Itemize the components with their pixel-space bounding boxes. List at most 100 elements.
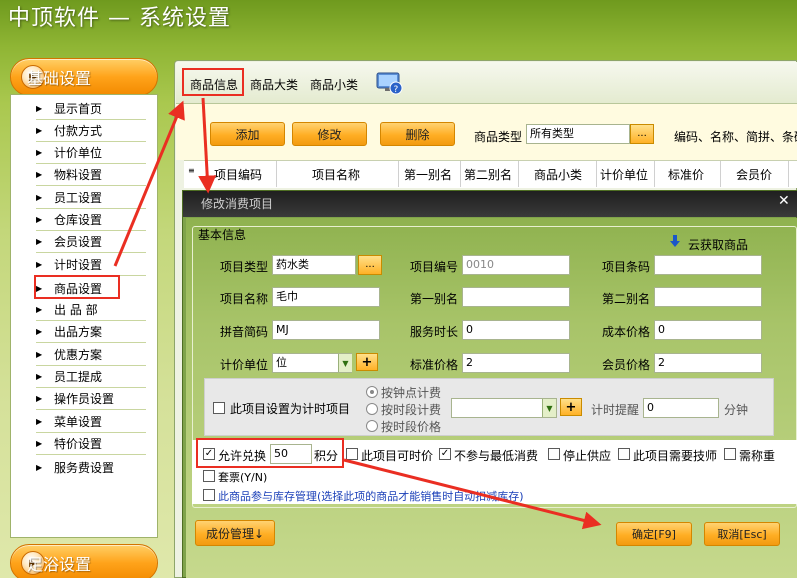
- col-name[interactable]: 项目名称: [312, 166, 360, 183]
- sidebar-item-home[interactable]: ▶ 显示首页: [36, 98, 146, 120]
- sidebar-item-operator[interactable]: ▶ 操作员设置: [36, 388, 146, 410]
- confirm-button[interactable]: 确定[F9]: [616, 522, 692, 546]
- download-arrow-icon: [670, 235, 680, 247]
- sidebar-header-foot[interactable]: ▶ 足浴设置: [10, 544, 158, 578]
- stop-supply-label: 停止供应: [563, 449, 612, 463]
- highlight-exchange: [196, 438, 344, 468]
- cost-management-button[interactable]: 成份管理↓: [195, 520, 275, 546]
- add-period-button[interactable]: +: [560, 398, 582, 416]
- sidebar-item-payment[interactable]: ▶ 付款方式: [36, 120, 146, 142]
- tab-product-category[interactable]: 商品大类: [250, 76, 298, 93]
- sidebar-item-service-fee[interactable]: ▶ 服务费设置: [36, 456, 146, 478]
- col-alias1[interactable]: 第一别名: [404, 166, 452, 183]
- code-label: 项目编号: [410, 260, 459, 274]
- close-icon[interactable]: ✕: [778, 193, 790, 209]
- radio-by-clock[interactable]: [366, 386, 378, 398]
- edit-button[interactable]: 修改: [292, 122, 367, 146]
- sidebar-item-material[interactable]: ▶ 物料设置: [36, 164, 146, 186]
- app-title: 中顶软件 — 系统设置: [8, 6, 231, 31]
- sidebar-item-label: 员工提成: [54, 370, 103, 384]
- code-field[interactable]: 0010: [462, 255, 570, 275]
- cloud-fetch-link[interactable]: 云获取商品: [688, 236, 748, 253]
- col-subcategory[interactable]: 商品小类: [534, 166, 582, 183]
- timeable-label: 此项目可时价: [361, 449, 434, 463]
- triangle-icon: ▶: [36, 394, 43, 403]
- package-checkbox[interactable]: [203, 470, 215, 482]
- col-unit[interactable]: 计价单位: [600, 166, 648, 183]
- chevron-down-icon[interactable]: ▼: [338, 354, 352, 372]
- sidebar-item-special[interactable]: ▶ 特价设置: [36, 433, 146, 455]
- sidebar-header-basic[interactable]: ▶ 基础设置: [10, 58, 158, 96]
- alias1-field[interactable]: [462, 287, 570, 307]
- svg-text:?: ?: [394, 85, 399, 95]
- triangle-icon: ▶: [36, 104, 43, 113]
- sidebar-item-label: 会员设置: [54, 235, 103, 249]
- sidebar-item-label: 操作员设置: [54, 392, 115, 406]
- group-title: 基本信息: [198, 228, 247, 242]
- radio-by-period-price[interactable]: [366, 420, 378, 432]
- col-divider: [654, 161, 655, 187]
- add-button[interactable]: 添加: [210, 122, 285, 146]
- name-field[interactable]: 毛巾: [272, 287, 380, 307]
- monitor-help-icon[interactable]: ?: [376, 72, 404, 96]
- alias1-label: 第一别名: [410, 292, 459, 306]
- timeable-checkbox[interactable]: [346, 448, 358, 460]
- col-alias2[interactable]: 第二别名: [464, 166, 512, 183]
- category-browse-button[interactable]: ...: [630, 124, 654, 144]
- triangle-icon: ▶: [36, 327, 43, 336]
- need-tech-checkbox[interactable]: [618, 448, 630, 460]
- stop-supply-checkbox[interactable]: [548, 448, 560, 460]
- type-field[interactable]: 药水类: [272, 255, 356, 275]
- remind-field[interactable]: 0: [643, 398, 719, 418]
- barcode-field[interactable]: [654, 255, 762, 275]
- sidebar-item-label: 菜单设置: [54, 415, 103, 429]
- col-member-price[interactable]: 会员价: [736, 166, 772, 183]
- no-min-spend-checkbox[interactable]: ✓: [439, 448, 451, 460]
- sidebar-item-menu[interactable]: ▶ 菜单设置: [36, 411, 146, 433]
- col-divider: [518, 161, 519, 187]
- sidebar-item-label: 计价单位: [54, 146, 103, 160]
- col-code[interactable]: 项目编码: [214, 166, 262, 183]
- triangle-icon: ▶: [36, 237, 43, 246]
- inventory-checkbox[interactable]: [203, 489, 215, 501]
- pinyin-field[interactable]: MJ: [272, 320, 380, 340]
- duration-field[interactable]: 0: [462, 320, 570, 340]
- timer-checkbox[interactable]: [213, 402, 225, 414]
- tab-product-subcategory[interactable]: 商品小类: [310, 76, 358, 93]
- sidebar-item-discount[interactable]: ▶ 优惠方案: [36, 344, 146, 366]
- delete-button[interactable]: 删除: [380, 122, 455, 146]
- triangle-icon: ▶: [36, 260, 43, 269]
- category-select[interactable]: 所有类型: [526, 124, 630, 144]
- triangle-icon: ▶: [36, 148, 43, 157]
- grid-row-marker: ≡: [188, 166, 195, 175]
- std-price-field[interactable]: 2: [462, 353, 570, 373]
- dialog-title: 修改消费项目: [183, 191, 797, 217]
- col-std-price[interactable]: 标准价: [668, 166, 704, 183]
- sidebar-item-member[interactable]: ▶ 会员设置: [36, 231, 146, 253]
- sidebar-item-unit[interactable]: ▶ 计价单位: [36, 142, 146, 164]
- cost-field[interactable]: 0: [654, 320, 762, 340]
- sidebar-item-commission[interactable]: ▶ 员工提成: [36, 366, 146, 388]
- col-divider: [720, 161, 721, 187]
- sidebar-item-label: 仓库设置: [54, 213, 103, 227]
- radio-by-period[interactable]: [366, 403, 378, 415]
- member-price-field[interactable]: 2: [654, 353, 762, 373]
- sidebar-item-dept[interactable]: ▶ 出 品 部: [36, 299, 146, 321]
- highlight-tab: [182, 68, 244, 96]
- sidebar-item-staff[interactable]: ▶ 员工设置: [36, 187, 146, 209]
- sidebar-item-plan[interactable]: ▶ 出品方案: [36, 321, 146, 343]
- chevron-down-icon[interactable]: ▼: [542, 399, 556, 417]
- col-divider: [276, 161, 277, 187]
- sidebar-item-warehouse[interactable]: ▶ 仓库设置: [36, 209, 146, 231]
- alias2-field[interactable]: [654, 287, 762, 307]
- need-weigh-checkbox[interactable]: [724, 448, 736, 460]
- name-label: 项目名称: [220, 292, 269, 306]
- sidebar-item-timer[interactable]: ▶ 计时设置: [36, 254, 146, 276]
- col-divider: [398, 161, 399, 187]
- add-unit-button[interactable]: +: [356, 353, 378, 371]
- sidebar-item-label: 服务费设置: [54, 460, 115, 475]
- type-browse-button[interactable]: ...: [358, 255, 382, 275]
- cancel-button[interactable]: 取消[Esc]: [704, 522, 780, 546]
- sidebar-item-label: 员工设置: [54, 191, 103, 205]
- std-price-label: 标准价格: [410, 358, 459, 372]
